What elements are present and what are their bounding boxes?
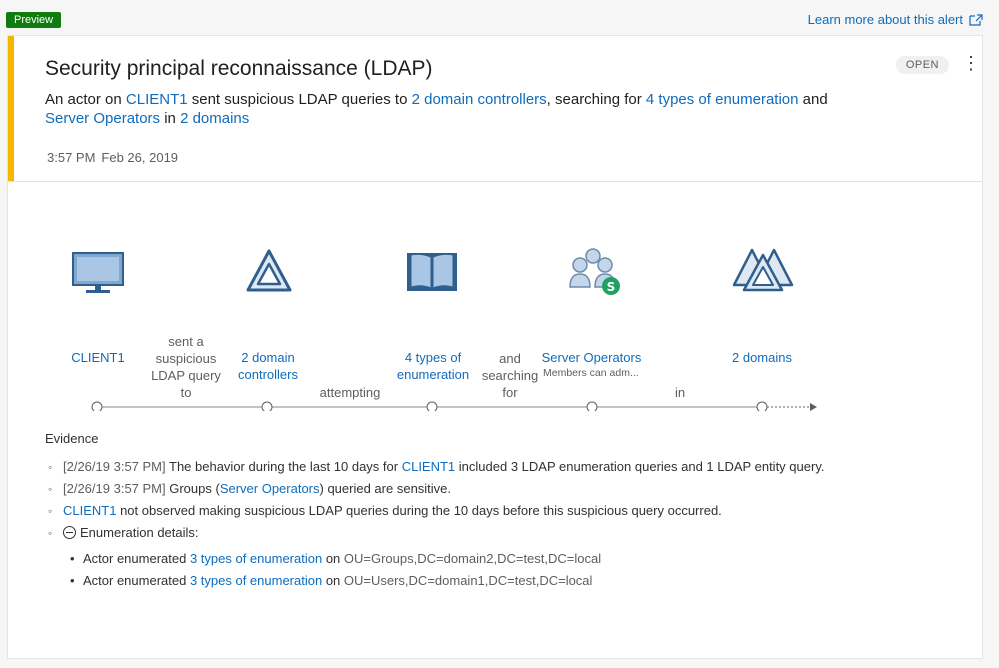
server-operators-link[interactable]: Server Operators [45,110,160,127]
domain-controllers-link[interactable]: 2 domain controllers [412,91,547,108]
evidence-text: included 3 LDAP enumeration queries and … [455,459,825,474]
severity-accent-bar [8,36,14,181]
desc-text: , searching for [546,91,646,108]
evidence-text: ) queried are sensitive. [319,481,452,496]
evidence-timestamp: [2/26/19 3:57 PM] [63,459,166,474]
enumeration-details-list: Actor enumerated 3 types of enumeration … [48,548,824,592]
enumeration-types-link[interactable]: 3 types of enumeration [190,551,322,566]
external-link-icon [969,13,983,26]
enumeration-types-link[interactable]: 3 types of enumeration [190,573,322,588]
alert-timestamp: 3:57 PM Feb 26, 2019 [47,150,178,165]
enumeration-detail-item: Actor enumerated 3 types of enumeration … [48,548,824,570]
alert-title: Security principal reconnaissance (LDAP) [45,57,433,80]
evidence-item: [2/26/19 3:57 PM] The behavior during th… [48,456,824,478]
enumeration-types-link[interactable]: 4 types of enumeration [646,91,799,108]
evidence-timestamp: [2/26/19 3:57 PM] [63,481,166,496]
detail-text: on [322,573,344,588]
ldap-path: OU=Groups,DC=domain2,DC=test,DC=local [343,551,602,566]
detail-text: Actor enumerated [83,551,190,566]
preview-badge: Preview [6,12,62,28]
server-operators-link[interactable]: Server Operators [220,481,320,496]
enumeration-details-toggle[interactable]: Enumeration details: [48,522,824,544]
evidence-text: not observed making suspicious LDAP quer… [116,503,722,518]
attack-flow-diagram: S CLIENT1 2 domain controllers 4 types o… [8,181,982,411]
evidence-text: The behavior during the last 10 days for [165,459,402,474]
evidence-heading: Evidence [45,431,99,446]
alert-time: 3:57 PM [47,150,96,165]
evidence-list: [2/26/19 3:57 PM] The behavior during th… [48,456,824,592]
alert-card: Security principal reconnaissance (LDAP)… [7,35,983,659]
enumeration-detail-item: Actor enumerated 3 types of enumeration … [48,570,824,592]
flow-timeline [91,401,817,411]
collapse-icon[interactable] [63,526,76,539]
detail-text: Actor enumerated [83,573,190,588]
alert-description: An actor on CLIENT1 sent suspicious LDAP… [45,90,845,128]
ldap-path: OU=Users,DC=domain1,DC=test,DC=local [343,573,593,588]
alert-date: Feb 26, 2019 [101,150,179,165]
evidence-text: Enumeration details: [80,525,199,540]
desc-text: An actor on [45,91,126,108]
status-badge: OPEN [895,56,949,74]
client-link[interactable]: CLIENT1 [402,459,455,474]
evidence-text: Groups ( [165,481,220,496]
client-link[interactable]: CLIENT1 [63,503,116,518]
client-link[interactable]: CLIENT1 [126,91,188,108]
learn-more-label: Learn more about this alert [807,12,963,27]
learn-more-link[interactable]: Learn more about this alert [808,12,983,27]
evidence-item: CLIENT1 not observed making suspicious L… [48,500,824,522]
alert-header: Security principal reconnaissance (LDAP)… [8,36,982,182]
desc-text: in [160,110,181,127]
desc-text: sent suspicious LDAP queries to [187,91,412,108]
evidence-item: [2/26/19 3:57 PM] Groups (Server Operato… [48,478,824,500]
more-options-icon[interactable]: ⋮ [962,54,980,72]
detail-text: on [322,551,344,566]
desc-text: and [798,91,828,108]
domains-link[interactable]: 2 domains [180,110,249,127]
